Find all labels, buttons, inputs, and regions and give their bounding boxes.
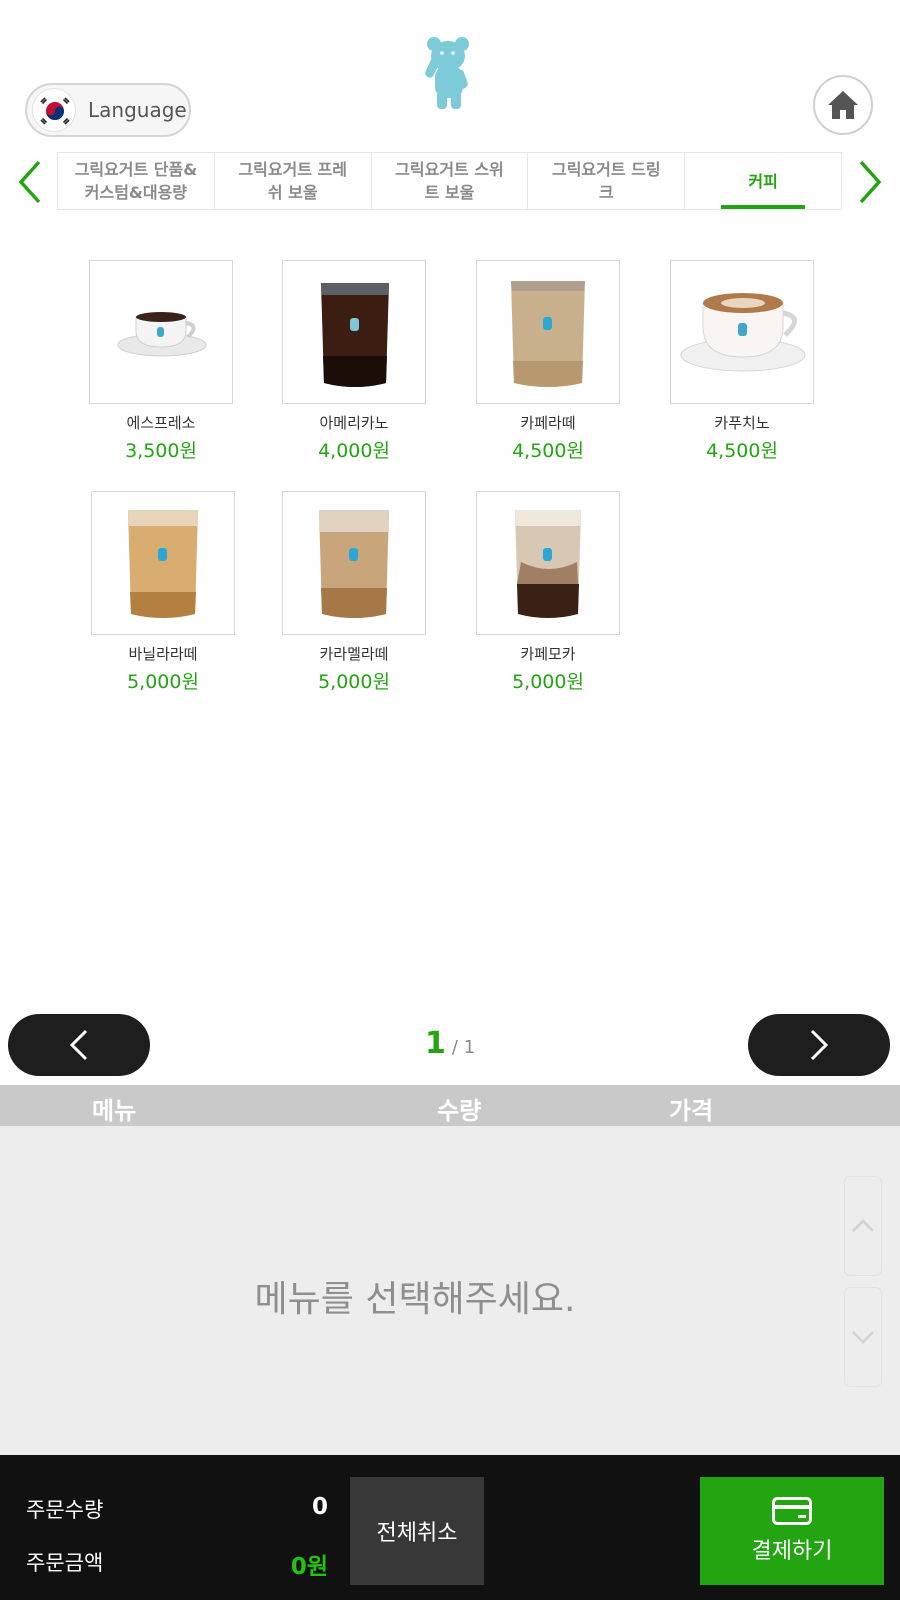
order-amount-value: 0원: [290, 1554, 328, 1580]
product-price: 5,000원: [318, 671, 390, 693]
current-page: 1: [424, 1026, 446, 1061]
product-name: 카라멜라떼: [319, 645, 389, 663]
espresso-cup-image: [89, 260, 233, 404]
column-price: 가격: [669, 1097, 714, 1125]
order-quantity-value: 0: [311, 1494, 328, 1520]
product-name: 바닐라라떼: [128, 645, 198, 663]
chevron-down-icon: [852, 1331, 874, 1344]
chevron-right-icon: [859, 160, 882, 204]
total-pages: / 1: [451, 1037, 476, 1058]
product-name: 카푸치노: [714, 414, 770, 432]
scroll-down-button[interactable]: [844, 1287, 882, 1387]
product-card[interactable]: 바닐라라떼 5,000원: [88, 491, 238, 694]
tab-greek-yogurt-single[interactable]: 그릭요거트 단품& 커스텀&대용량: [57, 152, 215, 210]
iced-vanilla-latte-image: [91, 491, 235, 635]
product-name: 카페모카: [520, 645, 576, 663]
category-tabs: 그릭요거트 단품& 커스텀&대용량 그릭요거트 프레 쉬 보울 그릭요거트 스위…: [57, 152, 842, 210]
tab-greek-yogurt-sweet-bowl[interactable]: 그릭요거트 스위 트 보울: [370, 152, 529, 210]
chevron-right-icon: [810, 1029, 829, 1061]
iced-latte-image: [476, 260, 620, 404]
korea-flag-icon: [32, 88, 76, 132]
product-card[interactable]: 아메리카노 4,000원: [279, 260, 429, 463]
product-price: 5,000원: [127, 671, 199, 693]
product-price: 5,000원: [512, 671, 584, 693]
column-quantity: 수량: [437, 1097, 482, 1125]
pay-label: 결제하기: [751, 1539, 833, 1564]
column-menu: 메뉴: [92, 1097, 137, 1125]
pay-button[interactable]: 결제하기: [700, 1477, 884, 1585]
product-card[interactable]: 카페모카 5,000원: [473, 491, 623, 694]
product-name: 아메리카노: [319, 414, 389, 432]
order-list-header: 메뉴 수량 가격: [0, 1085, 900, 1126]
order-quantity-label: 주문수량: [26, 1498, 104, 1522]
iced-cafe-mocha-image: [476, 491, 620, 635]
product-card[interactable]: 카페라떼 4,500원: [473, 260, 623, 463]
iced-americano-image: [282, 260, 426, 404]
scroll-up-button[interactable]: [844, 1176, 882, 1276]
product-name: 카페라떼: [520, 414, 576, 432]
product-card[interactable]: 카푸치노 4,500원: [667, 260, 817, 463]
credit-card-icon: [772, 1497, 812, 1525]
empty-order-message: 메뉴를 선택해주세요.: [254, 1279, 576, 1320]
chevron-left-icon: [69, 1029, 88, 1061]
language-button[interactable]: Language: [25, 83, 191, 137]
iced-caramel-latte-image: [282, 491, 426, 635]
chevron-left-icon: [18, 160, 41, 204]
category-next-button[interactable]: [850, 156, 890, 208]
next-page-button[interactable]: [748, 1014, 890, 1076]
chevron-up-icon: [852, 1219, 874, 1232]
language-label: Language: [88, 98, 187, 122]
product-price: 4,000원: [318, 440, 390, 462]
product-card[interactable]: 카라멜라떼 5,000원: [279, 491, 429, 694]
tab-greek-yogurt-drink[interactable]: 그릭요거트 드링 크: [527, 152, 686, 210]
home-button[interactable]: [813, 75, 873, 135]
product-price: 3,500원: [125, 440, 197, 462]
page-indicator: 1/ 1: [400, 1026, 500, 1061]
product-card[interactable]: 에스프레소 3,500원: [86, 260, 236, 463]
cappuccino-cup-image: [670, 260, 814, 404]
product-price: 4,500원: [706, 440, 778, 462]
product-price: 4,500원: [512, 440, 584, 462]
tab-coffee[interactable]: 커피: [684, 152, 842, 210]
home-icon: [828, 91, 858, 119]
product-name: 에스프레소: [126, 414, 196, 432]
prev-page-button[interactable]: [8, 1014, 150, 1076]
cancel-all-label: 전체취소: [376, 1521, 458, 1546]
bear-logo-icon: [424, 36, 476, 110]
cancel-all-button[interactable]: 전체취소: [350, 1477, 484, 1585]
tab-greek-yogurt-fresh-bowl[interactable]: 그릭요거트 프레 쉬 보울: [213, 152, 372, 210]
order-amount-label: 주문금액: [26, 1551, 104, 1575]
category-prev-button[interactable]: [10, 156, 50, 208]
